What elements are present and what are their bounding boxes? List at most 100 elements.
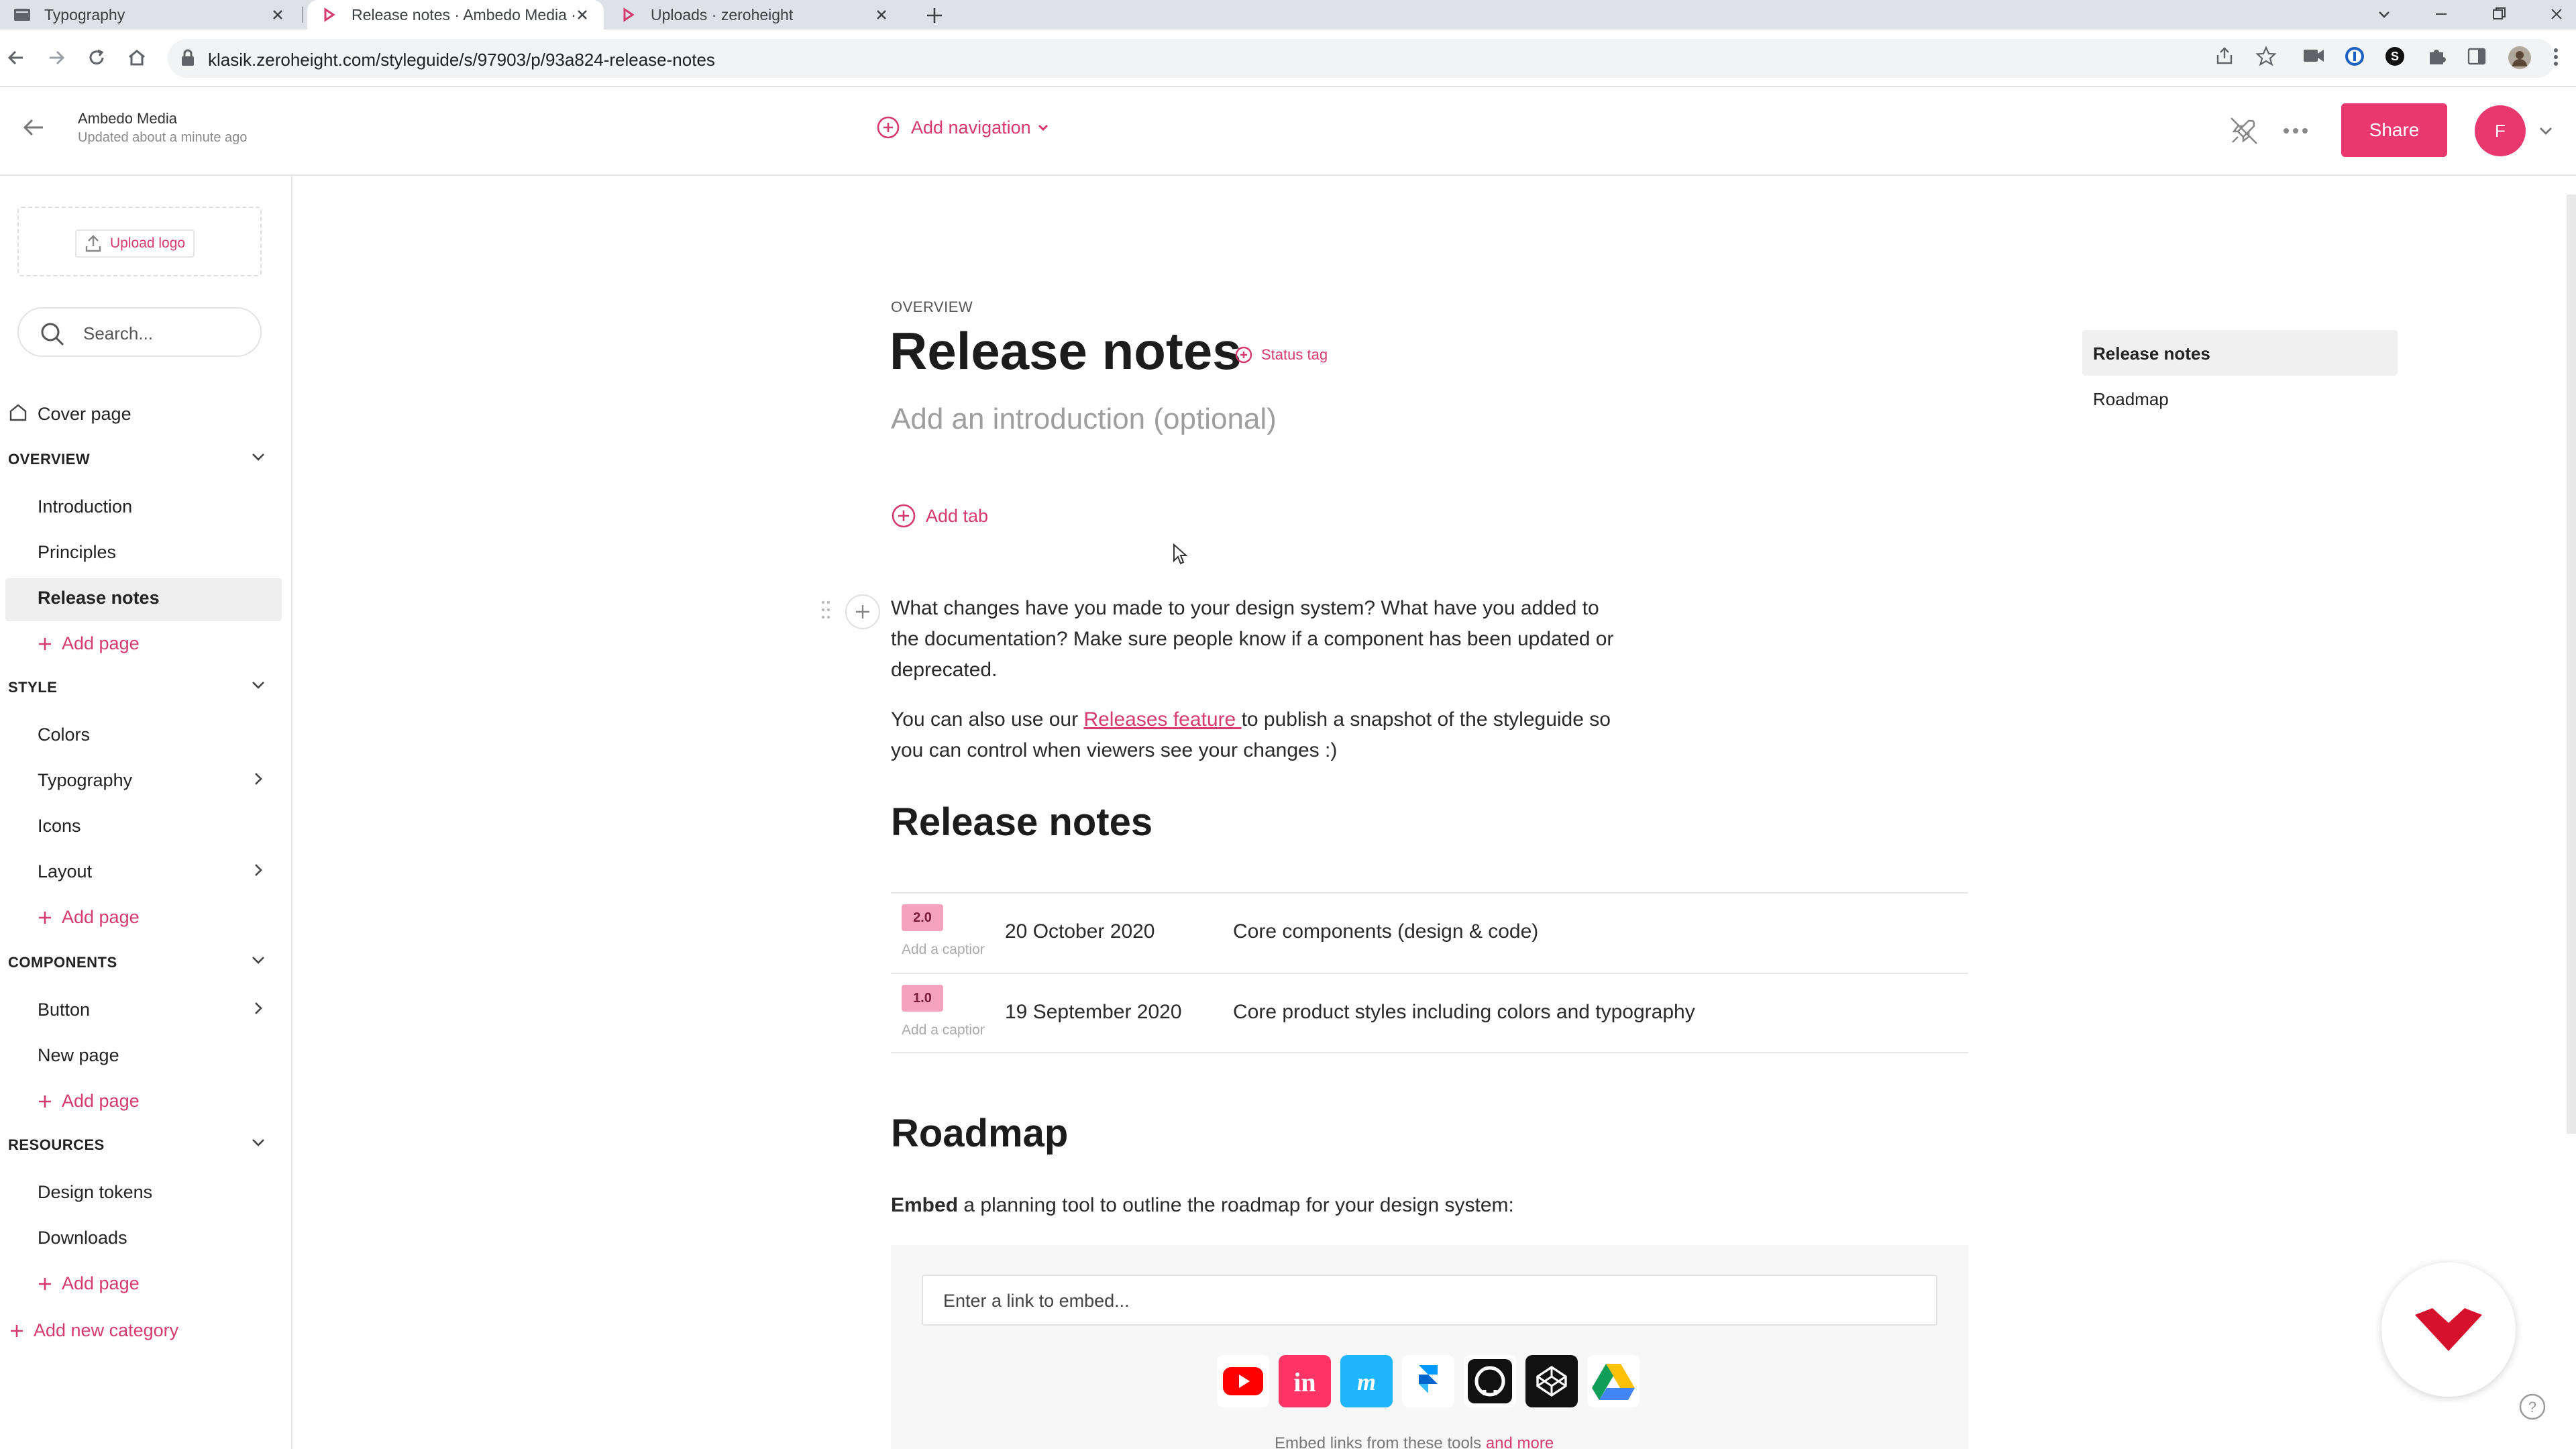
section-heading-roadmap[interactable]: Roadmap [891,1111,1068,1156]
browser-menu-icon[interactable] [2549,46,2573,70]
page-title[interactable]: Release notes [890,321,1242,382]
codepen-icon[interactable] [1525,1355,1578,1407]
profile-avatar-icon[interactable] [2508,46,2532,70]
add-page-button[interactable]: Add page [38,907,140,928]
add-tab-button[interactable]: Add tab [891,503,988,529]
caption-input[interactable]: Add a caption [902,942,985,958]
chevron-down-icon[interactable] [2537,122,2555,140]
logo-dropzone[interactable]: Upload logo [17,207,262,276]
chevron-down-icon[interactable] [250,676,267,694]
add-block-button[interactable] [845,594,880,629]
paragraph[interactable]: What changes have you made to your desig… [891,593,1629,686]
sidebar-item-introduction[interactable]: Introduction [38,496,132,517]
extension-s-icon[interactable]: S [2384,46,2408,70]
sidebar-item-button[interactable]: Button [38,1000,90,1020]
sidepanel-icon[interactable] [2466,46,2490,70]
tab-search-icon[interactable] [2375,5,2394,24]
release-date[interactable]: 20 October 2020 [1005,920,1155,943]
chevron-right-icon[interactable] [250,861,267,879]
version-badge[interactable]: 1.0 [902,985,943,1012]
minimize-icon[interactable] [2431,4,2451,24]
sidebar-item-colors[interactable]: Colors [38,724,90,745]
add-page-button[interactable]: Add page [38,1273,140,1294]
sidebar-item-downloads[interactable]: Downloads [38,1228,127,1248]
chevron-down-icon[interactable] [250,448,267,466]
search-input[interactable]: Search... [17,307,262,357]
close-icon[interactable] [873,7,890,23]
sidebar-item-design-tokens[interactable]: Design tokens [38,1182,152,1203]
user-avatar[interactable]: F [2475,105,2526,156]
sidebar-item-release-notes[interactable]: Release notes [38,588,160,608]
invision-icon[interactable]: in [1279,1355,1331,1407]
version-badge[interactable]: 2.0 [902,904,943,931]
upload-logo-button[interactable]: Upload logo [75,229,195,258]
mouse-cursor-icon [1173,543,1187,565]
rocket-publish-icon[interactable] [2229,115,2259,146]
chevron-down-icon[interactable] [250,951,267,969]
sidebar-category-style[interactable]: STYLE [8,679,57,696]
embed-link-input[interactable]: Enter a link to embed... [922,1275,1937,1326]
zeroheight-widget-button[interactable] [2381,1263,2516,1397]
forward-icon[interactable] [44,46,68,70]
more-options-icon[interactable] [2281,121,2310,141]
sidebar-item-layout[interactable]: Layout [38,861,92,882]
share-page-icon[interactable] [2214,46,2238,70]
drag-handle-icon[interactable] [821,600,830,620]
url-text[interactable]: klasik.zeroheight.com/styleguide/s/97903… [208,50,715,70]
sidebar-category-overview[interactable]: OVERVIEW [8,451,90,468]
add-navigation-button[interactable]: Add navigation [876,115,1050,140]
video-icon[interactable] [2302,46,2326,70]
github-icon[interactable] [1464,1355,1516,1407]
lock-icon[interactable] [180,48,196,67]
toc-item-release-notes[interactable]: Release notes [2093,343,2210,364]
chevron-right-icon[interactable] [250,770,267,788]
sidebar-item-cover-page[interactable]: Cover page [38,404,131,425]
browser-tab-release-notes[interactable]: Release notes · Ambedo Media · [307,0,604,30]
google-drive-icon[interactable] [1587,1355,1640,1407]
sidebar-item-new-page[interactable]: New page [38,1045,119,1066]
add-page-button[interactable]: Add page [38,633,140,654]
paragraph[interactable]: You can also use our Releases feature to… [891,704,1629,766]
chevron-down-icon[interactable] [250,1134,267,1151]
extensions-puzzle-icon[interactable] [2426,46,2450,70]
add-new-category-button[interactable]: Add new category [9,1320,178,1341]
add-page-button[interactable]: Add page [38,1091,140,1112]
sidebar-item-typography[interactable]: Typography [38,770,132,791]
restore-icon[interactable] [2489,4,2509,24]
toc-item-roadmap[interactable]: Roadmap [2093,389,2169,410]
reload-icon[interactable] [85,46,109,70]
home-icon[interactable] [125,46,149,70]
bookmark-star-icon[interactable] [2255,46,2279,70]
release-description[interactable]: Core components (design & code) [1233,920,1538,943]
sidebar-category-components[interactable]: COMPONENTS [8,954,117,971]
and-more-link[interactable]: and more [1486,1434,1554,1449]
window-close-icon[interactable] [2546,4,2567,24]
caption-input[interactable]: Add a caption [902,1022,985,1038]
paragraph[interactable]: Embed a planning tool to outline the roa… [891,1194,1514,1217]
browser-tab-uploads[interactable]: Uploads · zeroheight [606,0,903,30]
chevron-right-icon[interactable] [250,1000,267,1017]
release-description[interactable]: Core product styles including colors and… [1233,1001,1695,1024]
marvel-icon[interactable]: m [1340,1355,1393,1407]
plus-icon [38,637,52,651]
share-button[interactable]: Share [2341,103,2447,157]
youtube-icon[interactable] [1217,1355,1269,1407]
sidebar-category-resources[interactable]: RESOURCES [8,1136,105,1154]
framer-icon[interactable] [1402,1355,1454,1407]
status-tag-button[interactable]: Status tag [1234,345,1328,364]
close-icon[interactable] [574,7,590,23]
help-icon[interactable]: ? [2518,1393,2546,1421]
releases-feature-link[interactable]: Releases feature [1083,708,1241,731]
sidebar-item-icons[interactable]: Icons [38,816,81,837]
close-icon[interactable] [270,7,286,23]
release-date[interactable]: 19 September 2020 [1005,1001,1182,1024]
new-tab-icon[interactable] [924,5,945,25]
password-manager-icon[interactable] [2344,46,2368,70]
browser-tab-typography[interactable]: Typography [0,0,299,30]
back-icon[interactable] [4,46,28,70]
introduction-input[interactable]: Add an introduction (optional) [891,402,1277,436]
section-heading-release-notes[interactable]: Release notes [891,800,1152,845]
sidebar-item-principles[interactable]: Principles [38,542,116,563]
scrollbar[interactable] [2567,195,2576,1134]
back-arrow-icon[interactable] [20,115,47,140]
